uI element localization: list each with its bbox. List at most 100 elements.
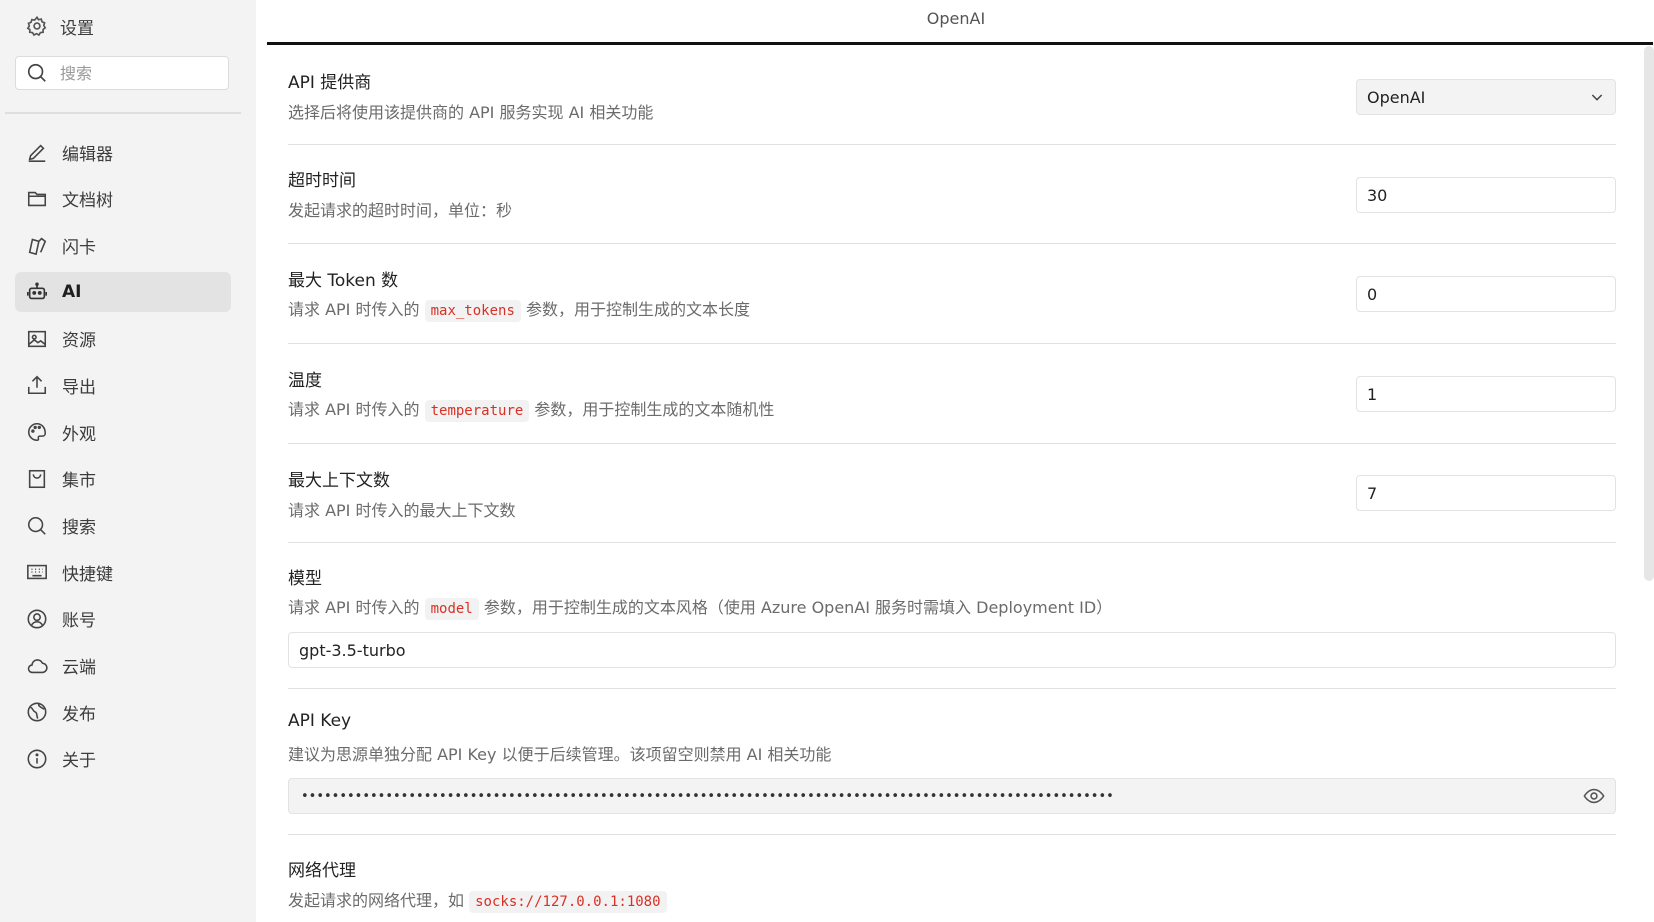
proxy-desc: 发起请求的网络代理，如 socks://127.0.0.1:1080: [288, 887, 667, 913]
proxy-setting: 网络代理 发起请求的网络代理，如 socks://127.0.0.1:1080: [288, 856, 1616, 922]
sidebar-search-box[interactable]: [15, 56, 229, 90]
desc-text: 参数，用于控制生成的文本随机性: [534, 400, 775, 419]
sidebar-search-input[interactable]: [58, 62, 222, 84]
separator: [288, 688, 1616, 689]
sidebar-item-search[interactable]: 搜索: [15, 506, 231, 546]
sidebar-item-label: 搜索: [62, 518, 96, 538]
desc-text: 参数，用于控制生成的文本风格（使用 Azure OpenAI 服务时需填入 De…: [483, 598, 1113, 617]
api-key-setting: API Key 建议为思源单独分配 API Key 以便于后续管理。该项留空则禁…: [288, 711, 1616, 816]
provider-setting: API 提供商 选择后将使用该提供商的 API 服务实现 AI 相关功能 Ope…: [288, 66, 1616, 126]
sidebar-item-export[interactable]: 导出: [15, 365, 231, 405]
folder-icon: [27, 191, 47, 206]
temperature-setting: 温度 请求 API 时传入的 temperature 参数，用于控制生成的文本随…: [288, 366, 1616, 426]
inline-code: temperature: [424, 400, 530, 422]
palette-icon: [28, 423, 47, 442]
max-tokens-input[interactable]: [1356, 276, 1616, 312]
max-tokens-label: 最大 Token 数: [288, 271, 399, 291]
api-key-label: API Key: [288, 711, 352, 731]
info-icon: [27, 749, 47, 769]
sidebar-item-about[interactable]: 关于: [15, 739, 231, 779]
sidebar-item-label: 云端: [62, 658, 96, 679]
max-contexts-desc: 请求 API 时传入的最大上下文数: [288, 501, 516, 520]
api-key-input[interactable]: [299, 787, 1583, 805]
api-key-desc: 建议为思源单独分配 API Key 以便于后续管理。该项留空则禁用 AI 相关功…: [288, 745, 832, 764]
timeout-input[interactable]: [1356, 177, 1616, 213]
sidebar-nav: 编辑器 文档树 闪卡 AI 资源 导出 外观 集市 搜索 快捷键 账号 云端 发…: [15, 132, 231, 786]
max-tokens-setting: 最大 Token 数 请求 API 时传入的 max_tokens 参数，用于控…: [288, 266, 1616, 326]
max-contexts-label: 最大上下文数: [288, 471, 390, 491]
globe-icon: [27, 702, 47, 722]
desc-text: 请求 API 时传入的: [288, 598, 420, 617]
robot-icon: [27, 282, 47, 300]
sidebar-item-assets[interactable]: 资源: [15, 319, 231, 359]
max-contexts-setting: 最大上下文数 请求 API 时传入的最大上下文数: [288, 466, 1616, 526]
sidebar-item-label: 编辑器: [62, 144, 113, 165]
desc-text: 请求 API 时传入的: [288, 300, 420, 319]
sidebar-item-cloud[interactable]: 云端: [15, 646, 231, 686]
gear-icon: [26, 15, 47, 37]
upload-icon: [27, 376, 47, 395]
cloud-icon: [27, 658, 48, 673]
flashcard-icon: [28, 237, 47, 256]
desc-text: 发起请求的网络代理，如: [288, 891, 465, 910]
separator: [288, 343, 1616, 344]
max-contexts-input[interactable]: [1356, 475, 1616, 511]
provider-select-value: OpenAI: [1367, 87, 1426, 107]
sidebar-item-label: 账号: [62, 611, 96, 632]
sidebar-item-label: 外观: [62, 424, 96, 445]
scrollbar[interactable]: [1644, 46, 1654, 581]
provider-desc: 选择后将使用该提供商的 API 服务实现 AI 相关功能: [288, 103, 654, 122]
sidebar-item-label: AI: [62, 282, 82, 303]
inline-code: model: [424, 598, 479, 620]
sidebar-item-filetree[interactable]: 文档树: [15, 179, 231, 219]
proxy-label: 网络代理: [288, 861, 356, 881]
inline-code: socks://127.0.0.1:1080: [469, 891, 667, 913]
settings-sidebar: 设置 编辑器 文档树 闪卡 AI 资源 导出: [0, 0, 256, 922]
separator: [288, 834, 1616, 835]
separator: [288, 144, 1616, 145]
sidebar-item-account[interactable]: 账号: [15, 599, 231, 639]
sidebar-header: 设置: [26, 12, 94, 40]
sidebar-item-label: 资源: [62, 331, 96, 352]
desc-text: 请求 API 时传入的: [288, 400, 420, 419]
sidebar-item-flashcard[interactable]: 闪卡: [15, 225, 231, 265]
desc-text: 参数，用于控制生成的文本长度: [525, 300, 750, 319]
sidebar-item-label: 文档树: [62, 191, 113, 212]
sidebar-item-publish[interactable]: 发布: [15, 692, 231, 732]
image-icon: [27, 330, 47, 347]
timeout-label: 超时时间: [288, 171, 356, 191]
sidebar-item-keymap[interactable]: 快捷键: [15, 552, 231, 592]
temperature-input[interactable]: [1356, 376, 1616, 412]
separator: [288, 542, 1616, 543]
settings-panel: OpenAI API 提供商 选择后将使用该提供商的 API 服务实现 AI 相…: [256, 0, 1654, 922]
user-icon: [27, 609, 47, 629]
sidebar-item-bazaar[interactable]: 集市: [15, 459, 231, 499]
sidebar-item-label: 发布: [62, 704, 96, 725]
temperature-desc: 请求 API 时传入的 temperature 参数，用于控制生成的文本随机性: [288, 396, 775, 422]
sidebar-item-label: 快捷键: [62, 564, 113, 585]
sidebar-item-label: 导出: [62, 377, 96, 398]
provider-select[interactable]: OpenAI: [1356, 79, 1616, 115]
temperature-label: 温度: [288, 371, 322, 391]
sidebar-title: 设置: [60, 18, 94, 39]
eye-icon[interactable]: [1583, 785, 1605, 807]
model-input[interactable]: [288, 632, 1616, 668]
sidebar-item-label: 闪卡: [62, 237, 96, 258]
sidebar-item-label: 关于: [62, 751, 96, 772]
panel-title: OpenAI: [926, 9, 986, 28]
api-key-field[interactable]: [288, 778, 1616, 814]
keyboard-icon: [27, 564, 47, 580]
separator: [288, 243, 1616, 244]
bag-icon: [28, 469, 46, 488]
sidebar-item-label: 集市: [62, 471, 96, 492]
chevron-down-icon: [1591, 94, 1603, 101]
model-label: 模型: [288, 569, 322, 589]
search-icon: [27, 63, 46, 82]
provider-label: API 提供商: [288, 73, 372, 93]
search-icon: [27, 516, 46, 535]
sidebar-item-ai[interactable]: AI: [15, 272, 231, 313]
sidebar-item-editor[interactable]: 编辑器: [15, 132, 231, 172]
separator: [288, 443, 1616, 444]
sidebar-item-appearance[interactable]: 外观: [15, 412, 231, 452]
panel-title-underline: [267, 42, 1653, 45]
